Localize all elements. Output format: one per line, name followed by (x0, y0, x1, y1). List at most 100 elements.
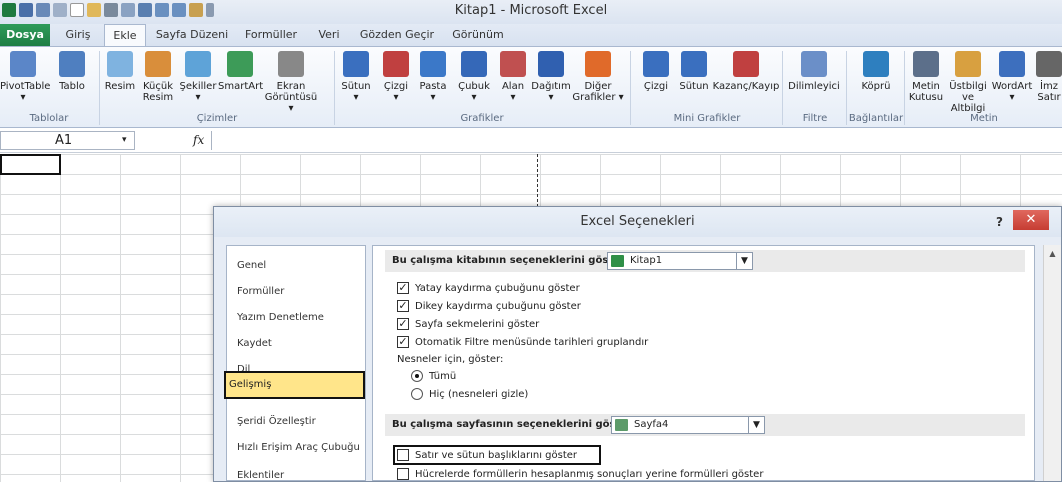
ribbon-button-sublabel: Resim (142, 92, 174, 103)
checkbox[interactable]: ✓ (397, 318, 409, 330)
ribbon-button-textbox[interactable]: Metin Kutusu (906, 51, 946, 103)
ribbon-group-label: Çizimler (196, 113, 238, 124)
checkbox[interactable] (397, 468, 409, 480)
radio-nothing[interactable]: Hiç (nesneleri gizle) (411, 388, 528, 400)
ribbon-button-scatter-chart[interactable]: Dağıtım ▾ (530, 51, 572, 103)
checkbox[interactable] (397, 449, 409, 461)
option-label: Yatay kaydırma çubuğunu göster (415, 282, 580, 294)
ribbon-button-picture[interactable]: Resim (102, 51, 138, 92)
workbook-select[interactable]: Kitap1 ▼ (607, 252, 753, 270)
ribbon-button-column-chart[interactable]: Sütun ▾ (336, 51, 376, 103)
slicer-icon (801, 51, 827, 77)
ribbon-button-sparkline-column[interactable]: Sütun (676, 51, 712, 92)
ribbon-button-bar-chart[interactable]: Çubuk ▾ (452, 51, 496, 103)
ribbon-button-sublabel: ▾ (353, 92, 359, 103)
tab-page-layout[interactable]: Sayfa Düzeni (152, 24, 232, 46)
option-row-column-headers[interactable]: Satır ve sütun başlıklarını göster (397, 449, 577, 461)
ribbon-group-label: Grafikler (460, 113, 504, 124)
ribbon-button-pie-chart[interactable]: Pasta ▾ (414, 51, 452, 103)
nav-item-proofing[interactable]: Yazım Denetleme (237, 312, 324, 323)
formula-input[interactable] (211, 131, 1062, 150)
ribbon-button-sublabel: ve Altbilgi (950, 92, 986, 114)
ribbon-button-sparkline-winloss[interactable]: Kazanç/Kayıp (712, 51, 780, 92)
ribbon-button-sublabel: ▾ (510, 92, 516, 103)
signature-icon (1036, 51, 1062, 77)
ribbon-button-clipart[interactable]: Küçük Resim (138, 51, 178, 103)
active-cell[interactable] (0, 154, 61, 175)
ribbon-button-wordart[interactable]: WordArt ▾ (990, 51, 1034, 103)
nav-item-save[interactable]: Kaydet (237, 338, 272, 349)
sheet-select-value: Sayfa4 (634, 419, 669, 430)
dialog-title-bar: Excel Seçenekleri ? ✕ (214, 207, 1061, 237)
nav-item-general[interactable]: Genel (237, 260, 266, 271)
ribbon-button-signature[interactable]: İmz Satır (1034, 51, 1062, 103)
ribbon-group-label: Filtre (802, 113, 828, 124)
name-box-dropdown-icon[interactable]: ▾ (122, 135, 127, 145)
title-bar: Kitap1 - Microsoft Excel (0, 0, 1062, 24)
tab-insert[interactable]: Ekle (104, 24, 146, 47)
dialog-title: Excel Seçenekleri (580, 214, 695, 229)
ribbon-button-sublabel: Satır (1037, 92, 1061, 103)
radio-all[interactable]: Tümü (411, 370, 456, 382)
pane-scrollbar[interactable]: ▲ (1043, 245, 1061, 481)
tab-review[interactable]: Gözden Geçir (356, 24, 438, 46)
tab-home[interactable]: Giriş (58, 24, 98, 46)
tab-view[interactable]: Görünüm (446, 24, 510, 46)
option-show-formulas[interactable]: Hücrelerde formüllerin hesaplanmış sonuç… (397, 468, 763, 480)
ribbon-button-smartart[interactable]: SmartArt (218, 51, 263, 92)
radio-button[interactable] (411, 388, 423, 400)
ribbon-group-label: Tablolar (29, 113, 69, 124)
checkbox[interactable]: ✓ (397, 282, 409, 294)
ribbon-group-separator (846, 51, 847, 125)
ribbon-button-other-charts[interactable]: Diğer Grafikler ▾ (572, 51, 624, 103)
option-sheet-tabs[interactable]: ✓ Sayfa sekmelerini göster (397, 318, 539, 330)
screenshot-icon (278, 51, 304, 77)
ribbon-button-label: Çubuk (458, 81, 490, 92)
option-vertical-scrollbar[interactable]: ✓ Dikey kaydırma çubuğunu göster (397, 300, 581, 312)
ribbon-button-hyperlink[interactable]: Köprü (852, 51, 900, 92)
chevron-down-icon[interactable]: ▼ (748, 417, 764, 433)
ribbon-button-screenshot[interactable]: Ekran Görüntüsü ▾ (262, 51, 320, 114)
fx-icon[interactable]: fx (193, 133, 204, 147)
option-horizontal-scrollbar[interactable]: ✓ Yatay kaydırma çubuğunu göster (397, 282, 580, 294)
ribbon-button-table[interactable]: Tablo (52, 51, 92, 92)
ribbon-button-label: Resim (104, 81, 136, 92)
ribbon-button-slicer[interactable]: Dilimleyici (786, 51, 842, 92)
sheet-select[interactable]: Sayfa4 ▼ (611, 416, 765, 434)
header-footer-icon (955, 51, 981, 77)
ribbon-group-label: Bağlantılar (848, 113, 904, 124)
hyperlink-icon (863, 51, 889, 77)
ribbon-button-shapes[interactable]: Şekiller ▾ (178, 51, 218, 103)
chevron-down-icon[interactable]: ▼ (736, 253, 752, 269)
smartart-icon (227, 51, 253, 77)
close-button[interactable]: ✕ (1013, 210, 1049, 230)
ribbon-button-label: Tablo (59, 81, 85, 92)
nav-item-quick-access-toolbar[interactable]: Hızlı Erişim Araç Çubuğu (237, 442, 360, 453)
ribbon-button-label: Çizgi (383, 81, 409, 92)
nav-item-addins[interactable]: Eklentiler (237, 470, 284, 481)
scroll-up-icon[interactable]: ▲ (1044, 249, 1061, 258)
ribbon-button-sparkline-line[interactable]: Çizgi (636, 51, 676, 92)
ribbon-button-sublabel: ▾ (195, 92, 201, 103)
ribbon-button-header-footer[interactable]: Üstbilgi ve Altbilgi (946, 51, 990, 114)
option-group-dates[interactable]: ✓ Otomatik Filtre menüsünde tarihleri gru… (397, 336, 648, 348)
tab-file[interactable]: Dosya (0, 24, 50, 46)
ribbon-button-line-chart[interactable]: Çizgi ▾ (378, 51, 414, 103)
tab-data[interactable]: Veri (310, 24, 348, 46)
checkbox[interactable]: ✓ (397, 300, 409, 312)
tab-formulas[interactable]: Formüller (240, 24, 302, 46)
ribbon-button-label: Dağıtım (531, 81, 571, 92)
ribbon-button-sublabel: ▾ (393, 92, 399, 103)
objects-label: Nesneler için, göster: (397, 354, 504, 365)
nav-item-formulas[interactable]: Formüller (237, 286, 284, 297)
options-pane: Bu çalışma kitabının seçeneklerini göste… (372, 245, 1035, 481)
nav-item-customize-ribbon[interactable]: Şeridi Özelleştir (237, 416, 316, 427)
name-box[interactable]: A1 (0, 131, 135, 150)
radio-button[interactable] (411, 370, 423, 382)
ribbon-button-area-chart[interactable]: Alan ▾ (496, 51, 530, 103)
ribbon-button-pivottable[interactable]: PivotTable ▾ (0, 51, 50, 103)
checkbox[interactable]: ✓ (397, 336, 409, 348)
column-chart-icon (343, 51, 369, 77)
nav-item-advanced[interactable]: Gelişmiş (224, 371, 365, 399)
help-button[interactable]: ? (996, 207, 1003, 237)
